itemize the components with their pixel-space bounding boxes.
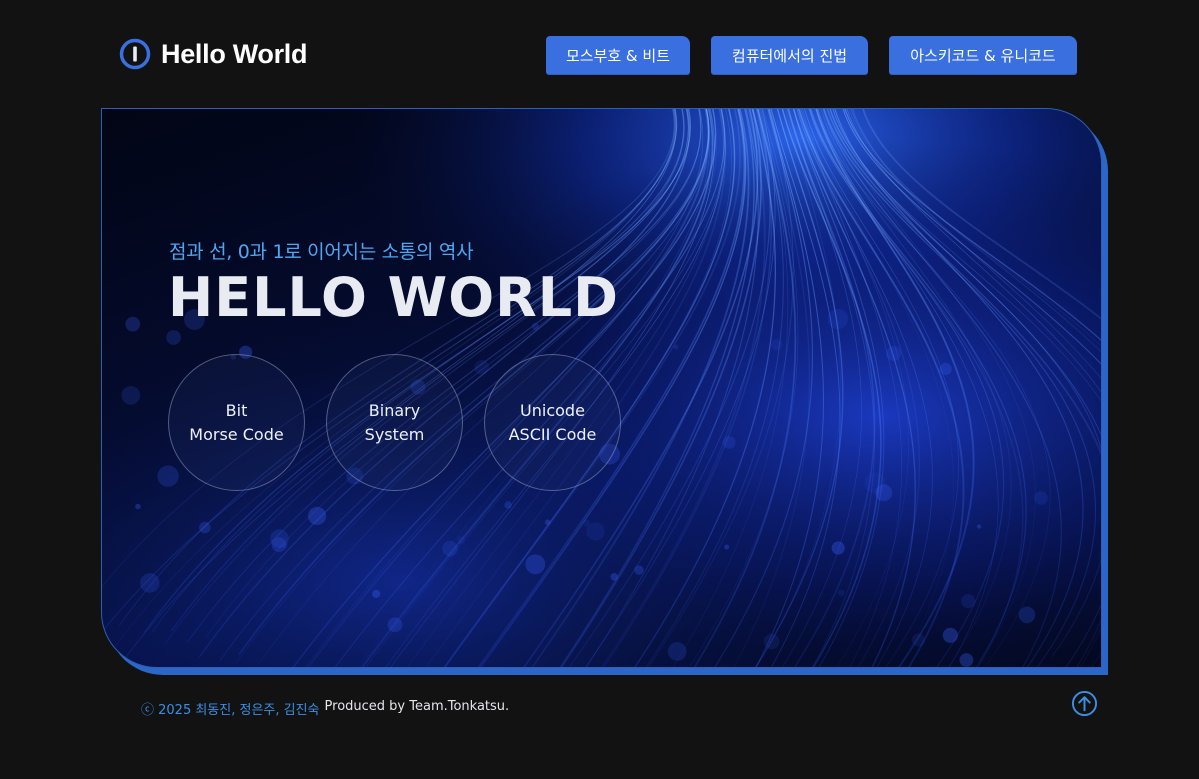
bokeh-dot	[828, 309, 848, 329]
bokeh-dot	[140, 573, 160, 593]
power-icon	[119, 38, 151, 70]
main-nav: 모스부호 & 비트 컴퓨터에서의 진법 아스키코드 & 유니코드	[546, 36, 1077, 75]
bokeh-dot	[674, 345, 679, 350]
bokeh-dot	[724, 545, 729, 550]
circle-line1: Binary	[369, 399, 420, 423]
bokeh-dot	[121, 386, 140, 405]
bokeh-dot	[372, 590, 380, 598]
footer-credits: ⓒ 2025 최동진, 정은주, 김진숙	[141, 699, 320, 718]
bokeh-dot	[838, 589, 845, 596]
bokeh-dot	[199, 522, 211, 534]
circle-line2: System	[365, 423, 425, 447]
bokeh-dot	[977, 524, 981, 528]
hero-subtitle: 점과 선, 0과 1로 이어지는 소통의 역사	[169, 237, 473, 264]
topic-circle-binary-system[interactable]: Binary System	[326, 354, 463, 491]
bokeh-dot	[912, 633, 925, 646]
topic-circle-unicode-ascii[interactable]: Unicode ASCII Code	[484, 354, 621, 491]
bokeh-dot	[940, 363, 952, 375]
bokeh-dot	[545, 520, 550, 525]
circle-line2: ASCII Code	[509, 423, 597, 447]
bokeh-dot	[723, 436, 736, 449]
bokeh-dot	[166, 330, 181, 345]
bokeh-dot	[943, 628, 958, 643]
bokeh-dot	[634, 565, 643, 574]
bokeh-dot	[125, 317, 140, 332]
logo[interactable]: Hello World	[119, 38, 307, 70]
bokeh-dot	[1019, 607, 1036, 624]
hero-title: HELLO WORLD	[168, 266, 619, 329]
bokeh-dot	[1034, 491, 1048, 505]
topic-circle-bit-morse[interactable]: Bit Morse Code	[168, 354, 305, 491]
circle-line1: Unicode	[520, 399, 585, 423]
bokeh-dot	[668, 642, 687, 661]
bokeh-dot	[886, 346, 901, 361]
bokeh-dot	[456, 535, 465, 544]
nav-ascii-unicode-button[interactable]: 아스키코드 & 유니코드	[889, 36, 1077, 75]
bokeh-dot	[961, 594, 975, 608]
bokeh-dot	[308, 507, 326, 525]
bokeh-dot	[270, 529, 289, 548]
hero-banner: 점과 선, 0과 1로 이어지는 소통의 역사 HELLO WORLD Bit …	[101, 108, 1102, 668]
bokeh-dot	[832, 541, 845, 554]
circle-line1: Bit	[226, 399, 248, 423]
page: Hello World 모스부호 & 비트 컴퓨터에서의 진법 아스키코드 & …	[0, 0, 1199, 779]
bokeh-dot	[525, 554, 545, 574]
nav-number-systems-button[interactable]: 컴퓨터에서의 진법	[711, 36, 868, 75]
nav-morse-bit-button[interactable]: 모스부호 & 비트	[546, 36, 690, 75]
topic-circles: Bit Morse Code Binary System Unicode ASC…	[168, 354, 621, 491]
circle-line2: Morse Code	[189, 423, 283, 447]
bokeh-dot	[135, 504, 141, 510]
footer-produced-by: Produced by Team.Tonkatsu.	[325, 699, 510, 718]
arrow-up-circle-icon[interactable]	[1071, 690, 1098, 717]
bokeh-dot	[504, 501, 511, 508]
bokeh-dot	[442, 541, 458, 557]
bokeh-dot	[960, 653, 974, 667]
bokeh-dot	[610, 573, 618, 581]
bokeh-dot	[771, 339, 782, 350]
bokeh-dot	[764, 634, 780, 650]
bokeh-dot	[583, 520, 590, 527]
bokeh-dot	[864, 472, 885, 493]
bokeh-dot	[388, 617, 403, 632]
footer: ⓒ 2025 최동진, 정은주, 김진숙 Produced by Team.To…	[141, 699, 509, 718]
logo-text: Hello World	[161, 39, 307, 70]
